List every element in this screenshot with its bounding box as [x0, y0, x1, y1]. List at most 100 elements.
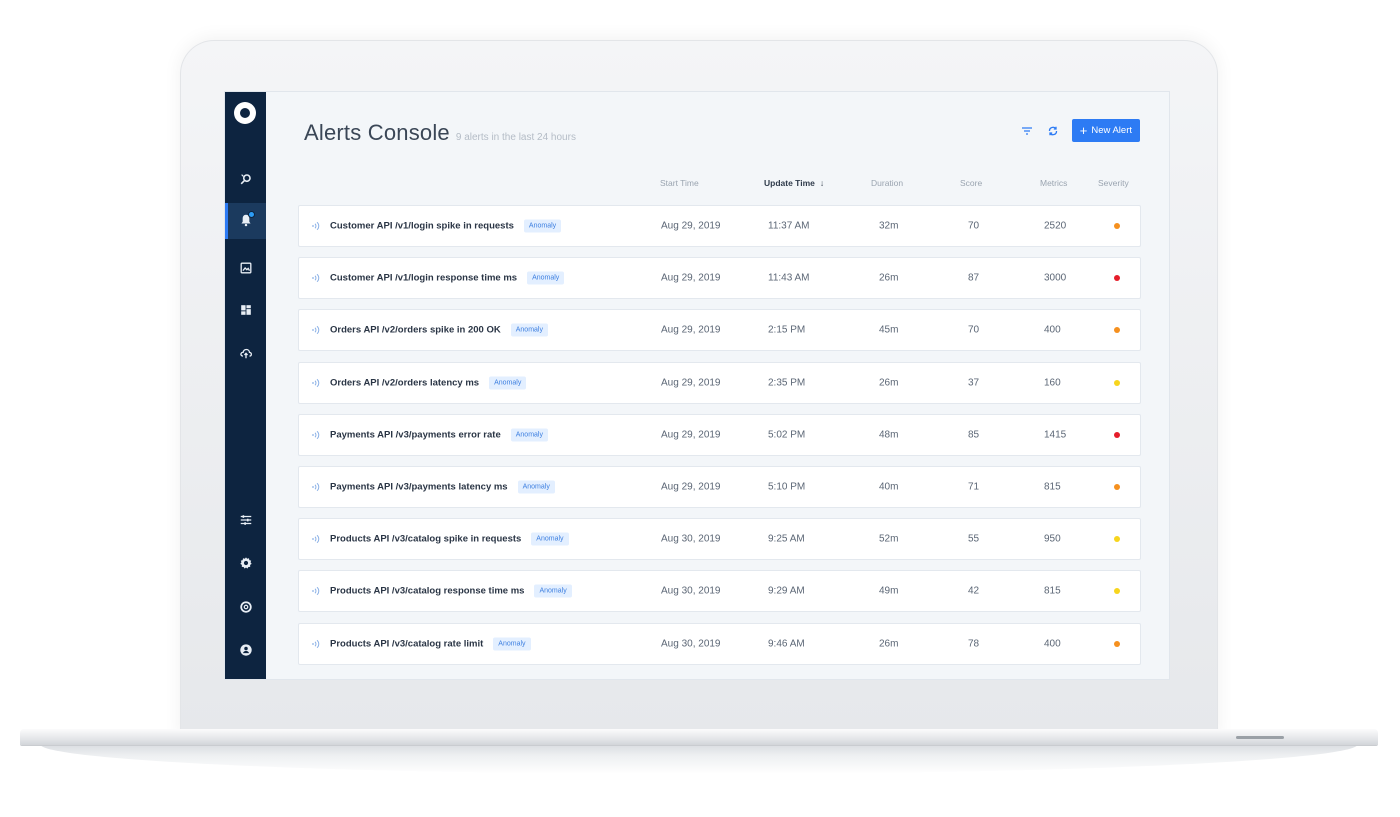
anomaly-tag: Anomaly [531, 532, 569, 546]
gear-icon [239, 556, 253, 573]
alert-update-time: 11:37 AM [768, 220, 810, 232]
alert-title: Payments API /v3/payments latency ms [330, 481, 508, 493]
anomaly-tag: Anomaly [517, 480, 555, 494]
sidebar-item-help[interactable] [225, 590, 266, 626]
alert-row[interactable]: Products API /v3/catalog response time m… [298, 570, 1141, 613]
col-metrics[interactable]: Metrics [1040, 178, 1067, 188]
severity-indicator [1114, 431, 1120, 438]
explore-icon [239, 172, 253, 189]
signal-icon [311, 221, 321, 231]
severity-indicator [1114, 483, 1120, 490]
alerts-list: Customer API /v1/login spike in requests… [298, 205, 1141, 675]
alert-duration: 49m [879, 585, 899, 597]
severity-indicator [1114, 536, 1120, 543]
laptop-notch [1236, 736, 1284, 739]
alert-name: Payments API /v3/payments latency ms Ano… [330, 480, 555, 494]
alert-row[interactable]: Payments API /v3/payments error rate Ano… [298, 413, 1141, 456]
severity-dot [1114, 275, 1120, 282]
alert-title: Customer API /v1/login response time ms [330, 272, 518, 284]
anomaly-tag: Anomaly [493, 637, 531, 650]
alert-duration: 26m [879, 638, 899, 649]
alert-update-time: 5:10 PM [768, 481, 806, 493]
alert-name: Customer API /v1/login spike in requests… [330, 219, 562, 233]
alert-duration: 26m [879, 272, 899, 284]
notification-badge [248, 211, 255, 218]
alert-score: 70 [968, 220, 980, 232]
sidebar-item-dashboards[interactable] [225, 293, 266, 329]
col-start-time[interactable]: Start Time [660, 178, 699, 188]
alert-metrics: 2520 [1044, 220, 1067, 232]
col-update-time-label: Update Time [764, 178, 815, 188]
cloud-upload-icon [239, 346, 253, 363]
col-score[interactable]: Score [960, 178, 982, 188]
alert-update-time: 9:25 AM [768, 533, 805, 545]
severity-dot [1114, 536, 1120, 543]
alert-score: 71 [968, 481, 980, 493]
new-alert-button[interactable]: + New Alert [1071, 119, 1140, 142]
laptop-base [20, 729, 1378, 745]
sidebar-item-integrations[interactable] [225, 336, 266, 372]
refresh-icon[interactable] [1046, 124, 1060, 138]
lifebuoy-icon [239, 600, 253, 617]
page-title: Alerts Console [304, 120, 450, 145]
signal-icon [311, 430, 321, 440]
toolbar: + New Alert [1020, 119, 1140, 142]
alert-row[interactable]: Orders API /v2/orders latency ms Anomaly… [298, 361, 1141, 404]
app-logo[interactable] [234, 102, 256, 124]
signal-icon [311, 378, 321, 388]
anomaly-tag: Anomaly [510, 428, 548, 442]
alert-row[interactable]: Customer API /v1/login spike in requests… [298, 205, 1141, 247]
page-subtitle: 9 alerts in the last 24 hours [455, 132, 576, 143]
alert-row[interactable]: Payments API /v3/payments latency ms Ano… [298, 465, 1141, 508]
alert-row[interactable]: Customer API /v1/login response time ms … [298, 257, 1141, 300]
alert-title: Orders API /v2/orders latency ms [330, 377, 480, 389]
signal-icon [311, 534, 321, 544]
alert-name: Products API /v3/catalog response time m… [330, 584, 572, 598]
anomaly-tag: Anomaly [534, 584, 572, 598]
alert-row[interactable]: Orders API /v2/orders spike in 200 OK An… [298, 309, 1141, 352]
severity-indicator [1114, 223, 1120, 229]
alert-row[interactable]: Products API /v3/catalog rate limit Anom… [298, 622, 1141, 665]
sliders-icon [239, 513, 253, 530]
severity-indicator [1114, 327, 1120, 334]
alert-duration: 26m [879, 377, 899, 389]
col-update-time[interactable]: Update Time ↓ [764, 178, 824, 188]
col-duration[interactable]: Duration [871, 178, 903, 188]
alert-start-time: Aug 29, 2019 [661, 272, 721, 284]
alert-duration: 32m [879, 220, 899, 232]
alert-start-time: Aug 30, 2019 [661, 533, 721, 545]
sidebar-item-explore[interactable] [225, 162, 266, 198]
alert-start-time: Aug 30, 2019 [661, 638, 721, 649]
table-header: Start Time Update Time ↓ Duration Score M… [266, 178, 1169, 192]
sidebar-item-settings[interactable] [225, 546, 266, 582]
app-window: Alerts Console 9 alerts in the last 24 h… [224, 91, 1170, 680]
alert-start-time: Aug 29, 2019 [661, 377, 721, 389]
sidebar-item-reports[interactable] [225, 251, 266, 287]
alert-row[interactable]: Products API /v3/catalog spike in reques… [298, 518, 1141, 561]
alert-start-time: Aug 29, 2019 [661, 220, 721, 232]
alert-metrics: 815 [1044, 585, 1061, 597]
alert-metrics: 400 [1044, 638, 1061, 649]
sidebar-item-tuning[interactable] [225, 503, 266, 539]
sidebar-item-profile[interactable] [225, 633, 266, 669]
new-alert-label: New Alert [1091, 125, 1132, 136]
severity-dot [1114, 588, 1120, 595]
col-severity[interactable]: Severity [1098, 178, 1129, 188]
severity-indicator [1114, 640, 1120, 647]
plus-icon: + [1079, 123, 1088, 138]
alert-name: Products API /v3/catalog spike in reques… [330, 532, 569, 546]
alert-name: Payments API /v3/payments error rate Ano… [330, 428, 548, 442]
alert-start-time: Aug 29, 2019 [661, 481, 721, 493]
alert-duration: 40m [879, 481, 899, 493]
alert-name: Customer API /v1/login response time ms … [330, 271, 565, 285]
alert-metrics: 1415 [1044, 429, 1067, 441]
sidebar [225, 92, 266, 679]
alert-title: Customer API /v1/login spike in requests [330, 220, 514, 232]
alert-update-time: 11:43 AM [768, 272, 810, 284]
severity-dot [1114, 223, 1120, 229]
signal-icon [311, 639, 321, 649]
filter-icon[interactable] [1020, 124, 1034, 138]
alert-duration: 52m [879, 533, 899, 545]
sidebar-item-alerts[interactable] [225, 203, 266, 239]
severity-dot [1114, 431, 1120, 438]
